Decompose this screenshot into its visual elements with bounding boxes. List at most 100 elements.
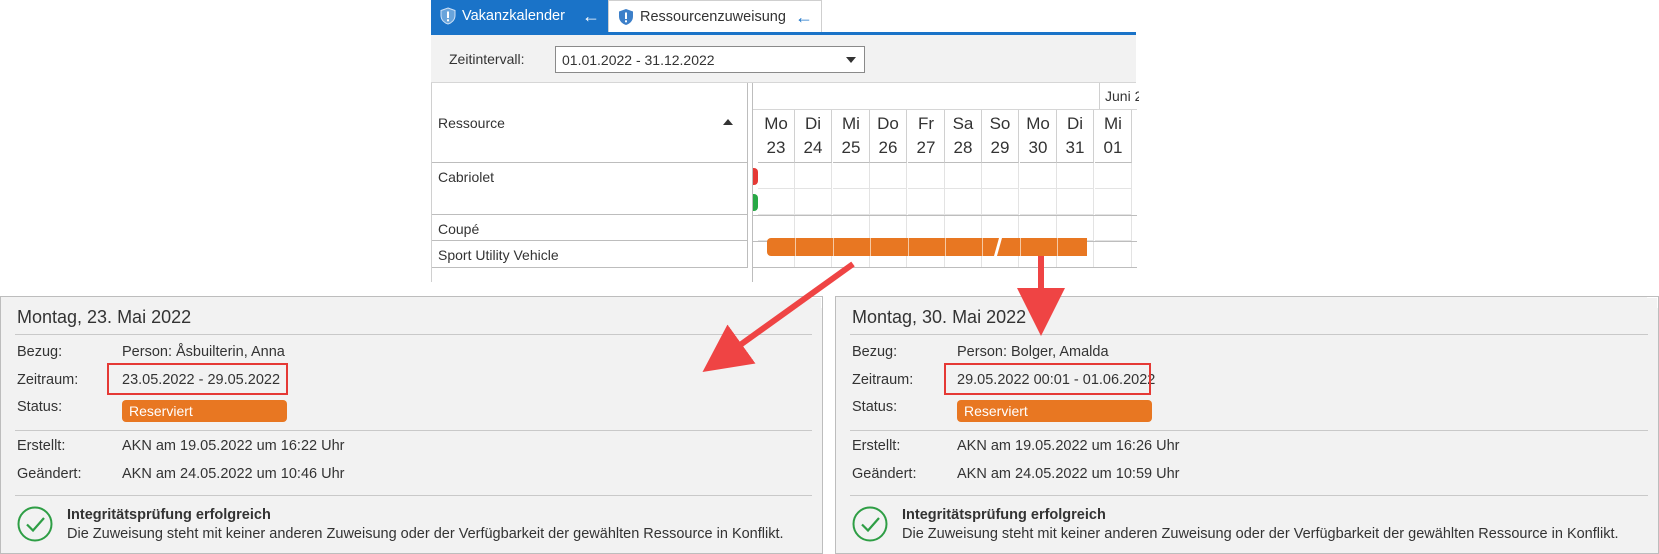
- calendar-cell[interactable]: [758, 189, 795, 215]
- panel-title: Montag, 23. Mai 2022: [17, 307, 192, 327]
- bezug-label: Bezug:: [852, 344, 898, 360]
- calendar-cell[interactable]: [1057, 189, 1094, 215]
- integrity-check-title: Integritätsprüfung erfolgreich: [67, 507, 271, 523]
- resource-row[interactable]: Sport Utility Vehicle: [432, 241, 748, 268]
- integrity-check-text: Die Zuweisung steht mit keiner anderen Z…: [902, 526, 1619, 542]
- booking-day-separator: [1020, 238, 1021, 256]
- chevron-down-icon: [846, 57, 856, 63]
- calendar-cell[interactable]: [833, 189, 870, 215]
- resource-row[interactable]: Cabriolet: [432, 163, 748, 215]
- day-header[interactable]: Di 24: [795, 110, 832, 163]
- calendar-cell[interactable]: [982, 189, 1019, 215]
- weekday-label: Mi: [1104, 114, 1122, 133]
- resource-grid: Ressource Cabriolet Coupé Sport Utility …: [431, 83, 1139, 282]
- erstellt-label: Erstellt:: [17, 438, 66, 454]
- divider: [850, 495, 1648, 496]
- integrity-check-title: Integritätsprüfung erfolgreich: [902, 507, 1106, 523]
- day-number: 26: [878, 138, 898, 157]
- day-number: 24: [803, 138, 823, 157]
- calendar-cell[interactable]: [758, 163, 795, 189]
- day-header[interactable]: So 29: [982, 110, 1019, 163]
- divider: [850, 430, 1648, 431]
- calendar-cell[interactable]: [870, 189, 907, 215]
- shield-icon: [440, 7, 456, 25]
- calendar-cell[interactable]: [1095, 163, 1132, 189]
- back-arrow-icon[interactable]: ←: [582, 7, 600, 25]
- day-header[interactable]: Fr 27: [908, 110, 945, 163]
- day-number: 25: [841, 138, 861, 157]
- panel-title: Montag, 30. Mai 2022: [852, 307, 1027, 327]
- booking-split-mark: [994, 238, 1002, 256]
- weekday-label: Sa: [952, 114, 974, 133]
- day-header[interactable]: Mi 01: [1095, 110, 1132, 163]
- status-label: Status:: [17, 399, 63, 415]
- booking-bar-2[interactable]: [1016, 238, 1087, 256]
- weekday-label: Do: [877, 114, 899, 133]
- check-circle-icon: [852, 506, 888, 542]
- booking-day-separator: [870, 238, 871, 256]
- interval-select[interactable]: 01.01.2022 - 31.12.2022: [555, 46, 865, 73]
- calendar-cell[interactable]: [908, 189, 945, 215]
- tab-vakanzkalender[interactable]: Vakanzkalender ←: [431, 0, 608, 32]
- resource-header[interactable]: Ressource: [432, 83, 748, 163]
- divider: [15, 495, 812, 496]
- calendar-cell[interactable]: [1095, 215, 1132, 241]
- calendar-cell[interactable]: [945, 163, 982, 189]
- tab-label: Vakanzkalender: [462, 8, 565, 24]
- day-header[interactable]: Di 31: [1057, 110, 1094, 163]
- booking-stub-free[interactable]: [753, 194, 758, 211]
- geaendert-value: AKN am 24.05.2022 um 10:46 Uhr: [122, 466, 345, 482]
- calendar-cell[interactable]: [1057, 163, 1094, 189]
- booking-day-separator: [833, 238, 834, 256]
- calendar-cell[interactable]: [1095, 189, 1132, 215]
- sort-asc-icon[interactable]: [723, 119, 733, 125]
- booking-stub-conflict[interactable]: [753, 168, 758, 185]
- integrity-check-text: Die Zuweisung steht mit keiner anderen Z…: [67, 526, 784, 542]
- booking-day-separator: [982, 238, 983, 256]
- calendar-cell[interactable]: [1020, 189, 1057, 215]
- divider: [753, 267, 1137, 268]
- weekday-label: Mi: [842, 114, 860, 133]
- geaendert-label: Geändert:: [17, 466, 82, 482]
- toolbar: Zeitintervall: 01.01.2022 - 31.12.2022: [431, 35, 1136, 83]
- zeitraum-label: Zeitraum:: [852, 372, 914, 388]
- weekday-label: Di: [804, 114, 822, 133]
- day-header[interactable]: Mo 30: [1020, 110, 1057, 163]
- bezug-value: Person: Bolger, Amalda: [957, 344, 1109, 360]
- highlight-box: [107, 363, 288, 395]
- calendar-cell[interactable]: [1020, 163, 1057, 189]
- calendar-cell[interactable]: [945, 189, 982, 215]
- weekday-label: Mo: [1026, 114, 1050, 133]
- assignment-detail-panel: Montag, 30. Mai 2022 Bezug: Person: Bolg…: [835, 296, 1659, 554]
- bezug-label: Bezug:: [17, 344, 63, 360]
- calendar-cell[interactable]: [833, 163, 870, 189]
- back-arrow-icon[interactable]: ←: [795, 8, 813, 26]
- erstellt-value: AKN am 19.05.2022 um 16:26 Uhr: [957, 438, 1180, 454]
- status-badge: Reserviert: [957, 400, 1152, 422]
- weekday-label: So: [989, 114, 1011, 133]
- day-header[interactable]: Mi 25: [833, 110, 870, 163]
- calendar-cell[interactable]: [1095, 241, 1132, 268]
- calendar-cell[interactable]: [982, 163, 1019, 189]
- calendar-cell[interactable]: [795, 163, 832, 189]
- tab-bar: Vakanzkalender ← Ressourcenzuweisung ←: [431, 0, 1136, 35]
- resource-name: Sport Utility Vehicle: [438, 247, 559, 263]
- day-number: 23: [766, 138, 786, 157]
- tab-ressourcenzuweisung[interactable]: Ressourcenzuweisung ←: [608, 0, 822, 32]
- divider: [15, 334, 812, 335]
- divider: [753, 215, 1137, 216]
- resource-row[interactable]: Coupé: [432, 215, 748, 241]
- calendar-cell[interactable]: [870, 163, 907, 189]
- resource-column: Ressource Cabriolet Coupé Sport Utility …: [432, 83, 748, 282]
- weekday-label: Di: [1066, 114, 1084, 133]
- day-number: 31: [1065, 138, 1085, 157]
- calendar-cell[interactable]: [908, 163, 945, 189]
- erstellt-value: AKN am 19.05.2022 um 16:22 Uhr: [122, 438, 345, 454]
- day-header[interactable]: Mo 23: [758, 110, 795, 163]
- calendar-cell[interactable]: [795, 189, 832, 215]
- panel-corner: [1647, 297, 1658, 308]
- day-header[interactable]: Sa 28: [945, 110, 982, 163]
- day-header[interactable]: Do 26: [870, 110, 907, 163]
- panel-corner: [811, 297, 822, 308]
- booking-day-separator: [945, 238, 946, 256]
